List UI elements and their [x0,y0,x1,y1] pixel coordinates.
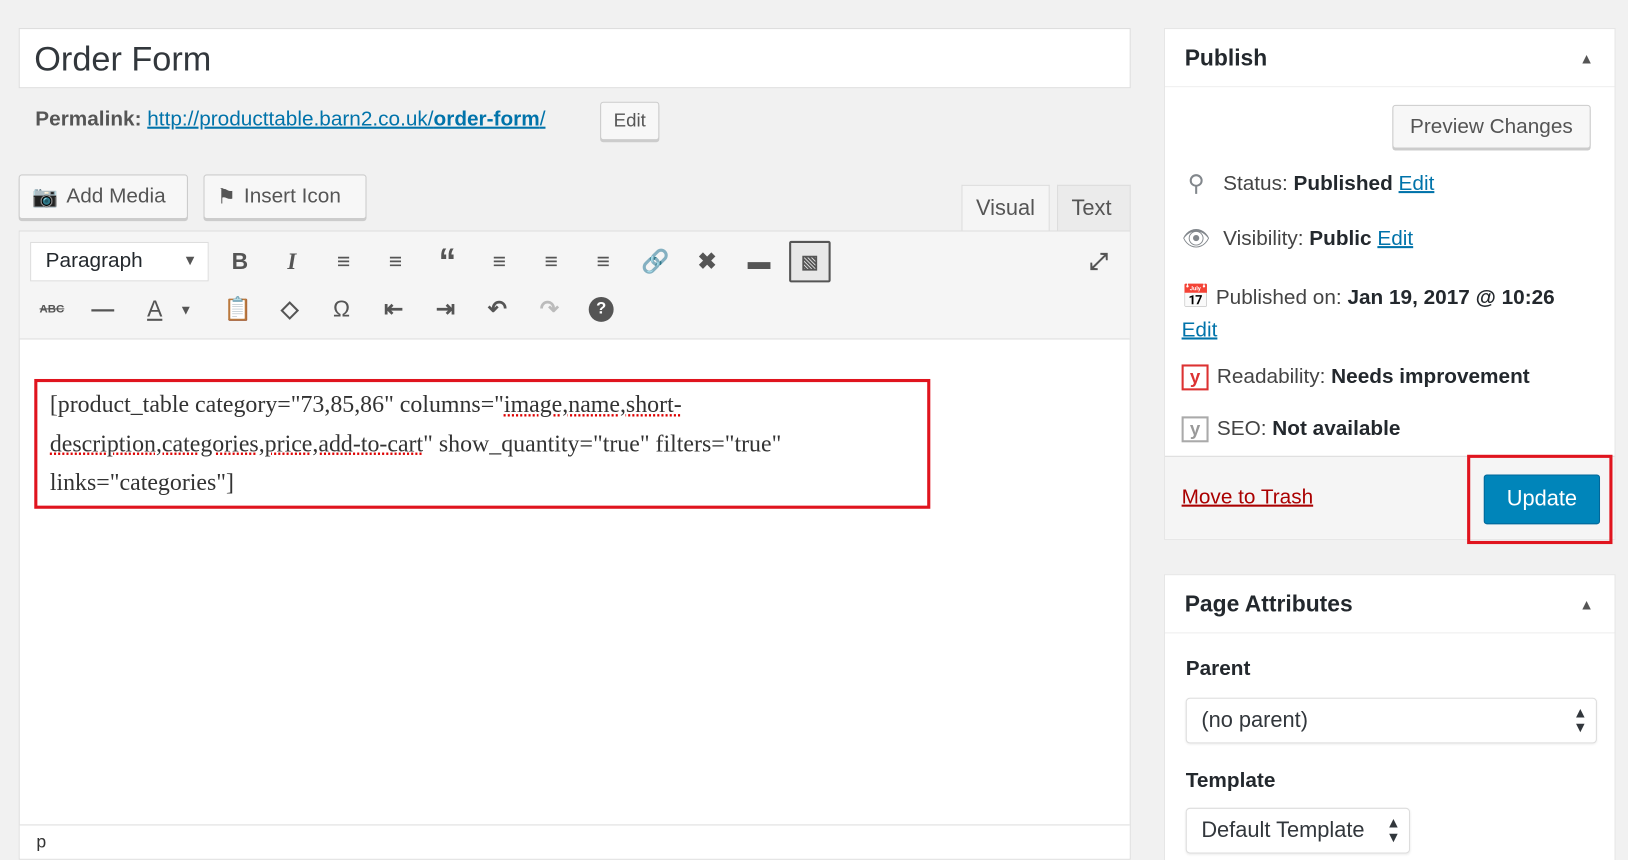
add-media-label: Add Media [66,184,166,208]
readability-row: y Readability: Needs improvement [1181,364,1530,391]
publish-title: Publish [1184,44,1268,71]
collapse-icon[interactable]: ▲ [1579,596,1593,613]
align-right-icon[interactable]: ≡ [586,244,621,279]
select-arrows-icon: ▲ ▼ [1573,703,1588,736]
paste-text-icon[interactable]: 📋 [220,292,255,327]
collapse-icon[interactable]: ▲ [1579,50,1593,67]
editor-toolbar: Paragraph ▼ B I ≡ ≡ “ ≡ ≡ ≡ 🔗 ✖ ▬ ▧ ⤢ ABC… [19,231,1130,340]
shortcode-text: links="categories"] [49,469,235,496]
update-button[interactable]: Update [1483,474,1601,525]
caret-down-icon: ▼ [182,251,198,268]
permalink-end: / [539,107,546,131]
italic-icon[interactable]: I [274,244,309,279]
calendar-icon: 📅 [1181,283,1211,310]
unlink-icon[interactable]: ✖ [689,244,724,279]
help-icon[interactable]: ? [584,292,619,327]
template-select[interactable]: Default Template ▲ ▼ [1185,807,1411,854]
editor-content[interactable]: [product_table category="73,85,86" colum… [34,378,931,509]
fullscreen-icon[interactable]: ⤢ [1081,244,1116,279]
bold-icon[interactable]: B [222,244,257,279]
edit-date-link[interactable]: Edit [1182,319,1218,342]
add-media-button[interactable]: 📷 Add Media [18,174,188,220]
tab-text[interactable]: Text [1056,184,1131,231]
toolbar-toggle-icon[interactable]: ▧ [789,240,831,283]
editor: Paragraph ▼ B I ≡ ≡ “ ≡ ≡ ≡ 🔗 ✖ ▬ ▧ ⤢ ABC… [18,230,1131,860]
seo-row: y SEO: Not available [1181,416,1400,443]
visibility-row: 👁 Visibility: Public Edit [1181,225,1414,252]
flag-icon: ⚑ [217,185,236,209]
select-arrows-icon: ▲ ▼ [1386,814,1401,846]
yoast-readability-icon: y [1181,364,1209,391]
permalink-label: Permalink: [35,107,142,131]
preview-changes-button[interactable]: Preview Changes [1392,104,1591,149]
eye-icon: 👁 [1181,225,1211,252]
format-value: Paragraph [45,249,143,273]
horizontal-line-icon[interactable]: — [85,292,120,327]
status-row: ⚲ Status: Published Edit [1182,170,1435,197]
text-color-icon[interactable]: A [137,292,172,327]
caret-down-icon[interactable]: ▼ [175,292,196,327]
pin-icon: ⚲ [1187,170,1205,197]
publish-header[interactable]: Publish ▲ [1164,29,1615,88]
read-more-icon[interactable]: ▬ [741,244,776,279]
indent-icon[interactable]: ⇥ [428,292,463,327]
shortcode-text: [product_table category="73,85,86" colum… [49,391,504,418]
template-label: Template [1185,769,1276,793]
strikethrough-icon[interactable]: ABC [34,292,69,327]
special-character-icon[interactable]: Ω [324,292,359,327]
media-icon: 📷 [32,185,59,209]
spellcheck-word: image,name,short- [503,391,682,418]
insert-icon-label: Insert Icon [243,184,341,208]
editor-statusbar: p [19,824,1130,859]
format-select[interactable]: Paragraph ▼ [30,241,209,282]
bullet-list-icon[interactable]: ≡ [326,244,361,279]
tab-visual[interactable]: Visual [961,184,1050,231]
edit-permalink-button[interactable]: Edit [600,101,660,141]
post-title-input[interactable]: Order Form [18,28,1131,89]
undo-icon[interactable]: ↶ [480,292,515,327]
published-row: 📅 Published on: Jan 19, 2017 @ 10:26 Edit [1181,283,1555,342]
permalink-base: http://producttable.barn2.co.uk/ [147,107,434,131]
edit-status-link[interactable]: Edit [1399,172,1435,195]
shortcode-text: " show_quantity="true" filters="true" [423,430,782,457]
edit-visibility-link[interactable]: Edit [1377,227,1413,250]
outdent-icon[interactable]: ⇤ [376,292,411,327]
yoast-seo-icon: y [1181,416,1209,443]
permalink-link[interactable]: http://producttable.barn2.co.uk/order-fo… [147,108,545,131]
page-attributes-title: Page Attributes [1184,590,1353,617]
blockquote-icon[interactable]: “ [430,241,465,280]
page-attributes-header[interactable]: Page Attributes ▲ [1164,575,1615,634]
align-left-icon[interactable]: ≡ [482,244,517,279]
redo-icon[interactable]: ↷ [532,292,567,327]
insert-icon-button[interactable]: ⚑ Insert Icon [203,174,367,220]
parent-select[interactable]: (no parent) ▲ ▼ [1185,697,1597,744]
numbered-list-icon[interactable]: ≡ [378,244,413,279]
link-icon[interactable]: 🔗 [638,244,673,279]
clear-formatting-icon[interactable]: ◇ [272,292,307,327]
parent-label: Parent [1185,657,1251,681]
move-to-trash-link[interactable]: Move to Trash [1182,486,1314,510]
permalink-slug: order-form [433,107,540,131]
publish-box: Publish ▲ Preview Changes ⚲ Status: Publis… [1163,28,1616,545]
spellcheck-word: description,categories,price,add-to-cart [49,430,424,457]
align-center-icon[interactable]: ≡ [534,244,569,279]
page-attributes-box: Page Attributes ▲ Parent (no parent) ▲ ▼ Te… [1163,574,1616,860]
permalink: Permalink: http://producttable.barn2.co.… [35,108,545,132]
